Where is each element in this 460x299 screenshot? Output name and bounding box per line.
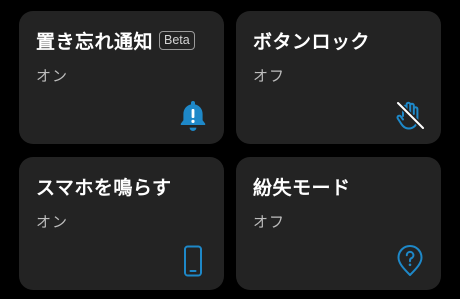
beta-badge: Beta bbox=[159, 31, 195, 50]
smartphone-icon bbox=[176, 244, 210, 278]
lost-mode-title: 紛失モード bbox=[253, 177, 351, 199]
ring-phone-status: オン bbox=[36, 213, 69, 231]
button-lock-status: オフ bbox=[253, 67, 286, 85]
hand-blocked-icon bbox=[393, 98, 427, 132]
lost-mode-card[interactable]: 紛失モード オフ bbox=[236, 157, 441, 290]
ring-phone-title-row: スマホを鳴らす bbox=[36, 173, 172, 200]
bell-icon bbox=[176, 98, 210, 132]
button-lock-card[interactable]: ボタンロック オフ bbox=[236, 11, 441, 144]
ring-phone-card[interactable]: スマホを鳴らす オン bbox=[19, 157, 224, 290]
lost-alert-status: オン bbox=[36, 67, 69, 85]
ring-phone-title: スマホを鳴らす bbox=[36, 177, 172, 199]
lost-alert-title-row: 置き忘れ通知 Beta bbox=[36, 27, 195, 54]
location-question-icon bbox=[393, 244, 427, 278]
lost-alert-title: 置き忘れ通知 bbox=[36, 31, 154, 53]
lost-alert-card[interactable]: 置き忘れ通知 Beta オン bbox=[19, 11, 224, 144]
button-lock-title-row: ボタンロック bbox=[253, 27, 370, 54]
lost-mode-title-row: 紛失モード bbox=[253, 173, 351, 200]
lost-mode-status: オフ bbox=[253, 213, 286, 231]
button-lock-title: ボタンロック bbox=[253, 31, 371, 53]
